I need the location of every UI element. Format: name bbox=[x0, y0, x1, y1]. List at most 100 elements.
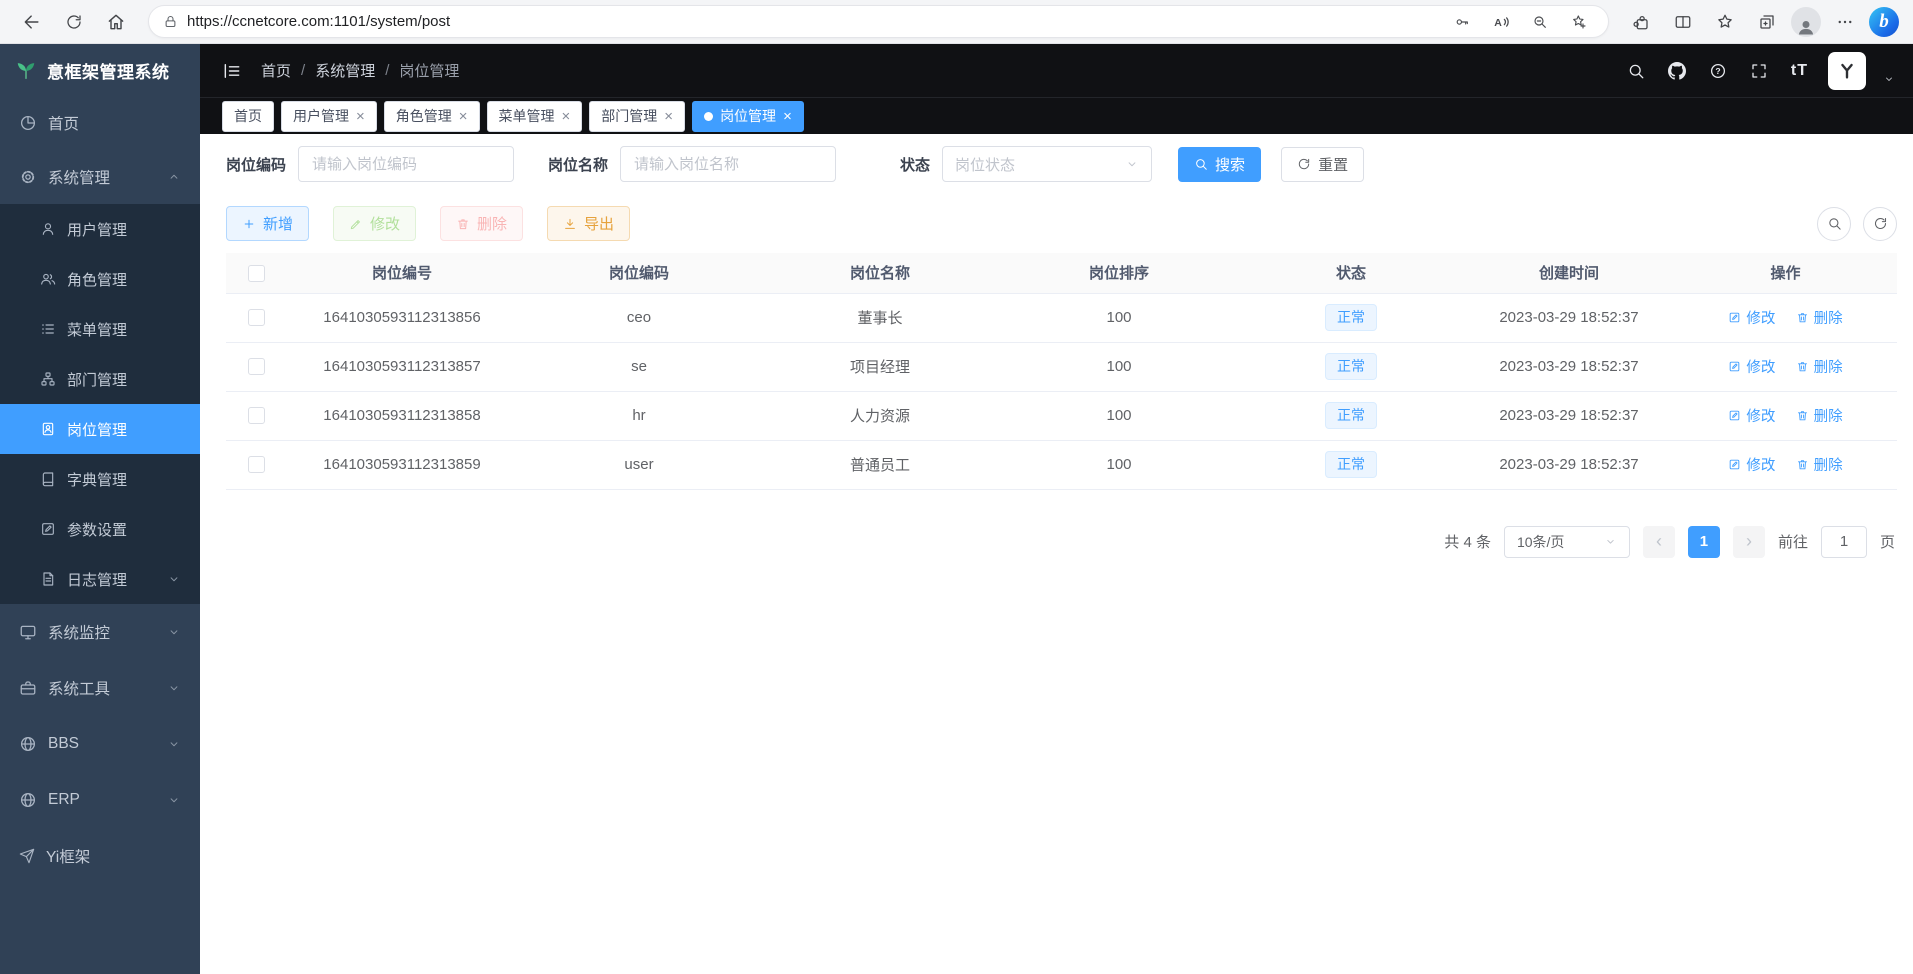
select-all-checkbox[interactable] bbox=[248, 265, 265, 282]
browser-home-button[interactable] bbox=[98, 4, 134, 40]
avatar-caret-icon[interactable] bbox=[1883, 73, 1895, 85]
edit-button[interactable]: 修改 bbox=[333, 206, 416, 241]
sidebar-item-erp[interactable]: ERP bbox=[0, 772, 200, 828]
row-edit-link[interactable]: 修改 bbox=[1728, 307, 1775, 328]
reset-button[interactable]: 重置 bbox=[1281, 147, 1364, 182]
sidebar-item-monitoring[interactable]: 系统监控 bbox=[0, 604, 200, 660]
delete-button[interactable]: 删除 bbox=[440, 206, 523, 241]
breadcrumb-item[interactable]: 系统管理 bbox=[315, 60, 375, 81]
zoom-button[interactable] bbox=[1525, 7, 1555, 37]
browser-back-button[interactable] bbox=[14, 4, 50, 40]
sidebar-item-label: ERP bbox=[48, 791, 80, 809]
tab-role-management[interactable]: 角色管理 × bbox=[384, 101, 480, 132]
sidebar-item-home[interactable]: 首页 bbox=[0, 96, 200, 150]
sidebar-item-parameters[interactable]: 参数设置 bbox=[0, 504, 200, 554]
sidebar: 意框架管理系统 首页 系统管理 用户管理 角色管理 bbox=[0, 44, 200, 974]
row-checkbox[interactable] bbox=[248, 309, 265, 326]
browser-refresh-button[interactable] bbox=[56, 4, 92, 40]
sidebar-collapse-button[interactable] bbox=[218, 57, 246, 85]
cell-created-time: 2023-03-29 18:52:37 bbox=[1464, 342, 1674, 391]
row-delete-link[interactable]: 删除 bbox=[1796, 307, 1843, 328]
sidebar-item-system[interactable]: 系统管理 bbox=[0, 150, 200, 204]
tab-user-management[interactable]: 用户管理 × bbox=[281, 101, 377, 132]
github-icon bbox=[1668, 62, 1686, 80]
read-aloud-button[interactable] bbox=[1486, 7, 1516, 37]
post-code-input[interactable] bbox=[298, 146, 514, 182]
help-button[interactable] bbox=[1706, 59, 1730, 83]
header-search-button[interactable] bbox=[1624, 59, 1648, 83]
collections-button[interactable] bbox=[1749, 4, 1785, 40]
sidebar-item-label: Yi框架 bbox=[46, 845, 90, 867]
post-name-input[interactable] bbox=[620, 146, 836, 182]
toggle-search-button[interactable] bbox=[1817, 207, 1851, 241]
app-title: 意框架管理系统 bbox=[47, 58, 170, 83]
tab-close-icon[interactable]: × bbox=[562, 109, 571, 124]
add-button[interactable]: 新增 bbox=[226, 206, 309, 241]
tab-close-icon[interactable]: × bbox=[356, 109, 365, 124]
sidebar-item-departments[interactable]: 部门管理 bbox=[0, 354, 200, 404]
trash-icon bbox=[456, 217, 470, 231]
extensions-button[interactable] bbox=[1623, 4, 1659, 40]
sidebar-item-menus[interactable]: 菜单管理 bbox=[0, 304, 200, 354]
sidebar-item-dictionary[interactable]: 字典管理 bbox=[0, 454, 200, 504]
sidebar-item-label: 字典管理 bbox=[67, 469, 127, 490]
browser-profile-button[interactable] bbox=[1791, 7, 1821, 37]
search-button[interactable]: 搜索 bbox=[1178, 147, 1261, 182]
refresh-table-button[interactable] bbox=[1863, 207, 1897, 241]
row-checkbox[interactable] bbox=[248, 358, 265, 375]
user-avatar[interactable] bbox=[1828, 52, 1866, 90]
sidebar-item-label: 菜单管理 bbox=[67, 319, 127, 340]
page-number-button[interactable]: 1 bbox=[1688, 526, 1720, 558]
split-screen-button[interactable] bbox=[1665, 4, 1701, 40]
url-text[interactable]: https://ccnetcore.com:1101/system/post bbox=[187, 13, 450, 30]
sidebar-item-logs[interactable]: 日志管理 bbox=[0, 554, 200, 604]
export-button[interactable]: 导出 bbox=[547, 206, 630, 241]
password-key-button[interactable] bbox=[1447, 7, 1477, 37]
sidebar-item-tools[interactable]: 系统工具 bbox=[0, 660, 200, 716]
row-checkbox[interactable] bbox=[248, 456, 265, 473]
refresh-icon bbox=[1873, 216, 1888, 231]
tab-close-icon[interactable]: × bbox=[783, 109, 792, 124]
status-select[interactable]: 岗位状态 bbox=[942, 146, 1152, 182]
sidebar-item-yi-framework[interactable]: Yi框架 bbox=[0, 828, 200, 884]
row-edit-link[interactable]: 修改 bbox=[1728, 356, 1775, 377]
row-checkbox[interactable] bbox=[248, 407, 265, 424]
tab-department-management[interactable]: 部门管理 × bbox=[589, 101, 685, 132]
tab-post-management[interactable]: 岗位管理 × bbox=[692, 101, 804, 132]
row-delete-link[interactable]: 删除 bbox=[1796, 454, 1843, 475]
row-delete-link[interactable]: 删除 bbox=[1796, 356, 1843, 377]
system-submenu: 用户管理 角色管理 菜单管理 部门管理 岗位管理 bbox=[0, 204, 200, 604]
browser-menu-button[interactable] bbox=[1827, 4, 1863, 40]
sidebar-item-users[interactable]: 用户管理 bbox=[0, 204, 200, 254]
github-button[interactable] bbox=[1665, 59, 1689, 83]
tab-close-icon[interactable]: × bbox=[664, 109, 673, 124]
row-edit-link[interactable]: 修改 bbox=[1728, 405, 1775, 426]
tab-label: 角色管理 bbox=[396, 106, 452, 126]
row-delete-link[interactable]: 删除 bbox=[1796, 405, 1843, 426]
cell-created-time: 2023-03-29 18:52:37 bbox=[1464, 391, 1674, 440]
add-favorite-button[interactable] bbox=[1564, 7, 1594, 37]
sidebar-item-posts[interactable]: 岗位管理 bbox=[0, 404, 200, 454]
page-size-select[interactable]: 10条/页 bbox=[1504, 526, 1630, 558]
row-edit-link[interactable]: 修改 bbox=[1728, 454, 1775, 475]
sidebar-item-bbs[interactable]: BBS bbox=[0, 716, 200, 772]
tab-menu-management[interactable]: 菜单管理 × bbox=[487, 101, 583, 132]
address-bar[interactable]: https://ccnetcore.com:1101/system/post bbox=[148, 5, 1609, 38]
tab-label: 用户管理 bbox=[293, 106, 349, 126]
goto-page-input[interactable] bbox=[1821, 526, 1867, 558]
sidebar-item-roles[interactable]: 角色管理 bbox=[0, 254, 200, 304]
cell-post-sort: 100 bbox=[1000, 293, 1238, 342]
fullscreen-button[interactable] bbox=[1747, 59, 1771, 83]
next-page-button[interactable]: › bbox=[1733, 526, 1765, 558]
prev-page-button[interactable]: ‹ bbox=[1643, 526, 1675, 558]
header-actions: tT bbox=[1624, 52, 1895, 90]
breadcrumb-item[interactable]: 首页 bbox=[261, 60, 291, 81]
font-size-button[interactable]: tT bbox=[1788, 59, 1811, 83]
tab-close-icon[interactable]: × bbox=[459, 109, 468, 124]
tab-home[interactable]: 首页 bbox=[222, 101, 274, 132]
table-row: 1641030593112313857 se 项目经理 100 正常 2023-… bbox=[226, 342, 1897, 391]
sidebar-item-label: 日志管理 bbox=[67, 569, 127, 590]
favorites-button[interactable] bbox=[1707, 4, 1743, 40]
copilot-button[interactable]: b bbox=[1869, 7, 1899, 37]
chevron-left-icon: ‹ bbox=[1656, 531, 1662, 552]
